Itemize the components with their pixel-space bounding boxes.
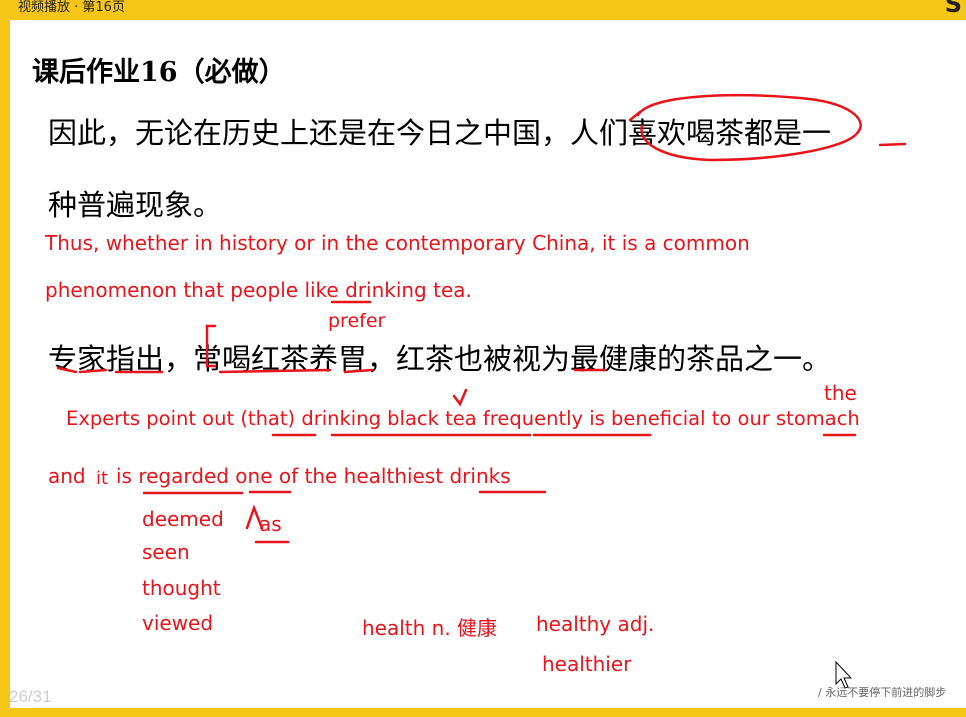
vocab-health: health n. 健康 bbox=[362, 616, 498, 640]
tick-mark bbox=[452, 388, 468, 407]
translation-2-rest: is regarded one of the healthiest drinks bbox=[116, 464, 511, 488]
bottom-bar bbox=[0, 708, 966, 717]
synonym-item: deemed bbox=[142, 507, 224, 531]
note-prefer: prefer bbox=[328, 310, 386, 332]
chinese-sentence-1-line-1: 因此，无论在历史上还是在今日之中国，人们喜欢喝茶都是一 bbox=[48, 116, 832, 150]
underline-mark bbox=[878, 142, 907, 147]
title-bar: 视频播放 · 第16页 S bbox=[0, 0, 966, 18]
translation-2-line-1: Experts point out (that) drinking black … bbox=[66, 407, 860, 430]
chinese-sentence-1-line-2: 种普遍现象。 bbox=[48, 188, 223, 222]
translation-2-and: and bbox=[48, 464, 86, 488]
translation-1-line-1: Thus, whether in history or in the conte… bbox=[45, 231, 750, 255]
slide-heading: 课后作业16（必做） bbox=[32, 57, 286, 88]
slide-canvas: 课后作业16（必做） 因此，无论在历史上还是在今日之中国，人们喜欢喝茶都是一 种… bbox=[10, 20, 966, 708]
note-the: the bbox=[824, 381, 857, 405]
vocab-healthy: healthy adj. bbox=[536, 612, 655, 636]
window-title: 视频播放 · 第16页 bbox=[18, 0, 125, 15]
synonym-item: thought bbox=[142, 576, 221, 600]
chinese-sentence-2: 专家指出，常喝红茶养胃，红茶也被视为最健康的茶品之一。 bbox=[48, 342, 832, 376]
note-as: as bbox=[259, 512, 282, 536]
vocab-healthier: healthier bbox=[542, 652, 632, 676]
slogan-text: / 永远不要停下前进的脚步 bbox=[818, 686, 947, 699]
brand-logo-icon: S bbox=[944, 0, 962, 18]
translation-2-it: it bbox=[96, 468, 109, 489]
page-indicator: 26/31 bbox=[9, 687, 52, 706]
translation-1-line-2: phenomenon that people like drinking tea… bbox=[45, 278, 472, 302]
synonym-item: seen bbox=[142, 540, 190, 564]
synonym-item: viewed bbox=[142, 611, 214, 635]
